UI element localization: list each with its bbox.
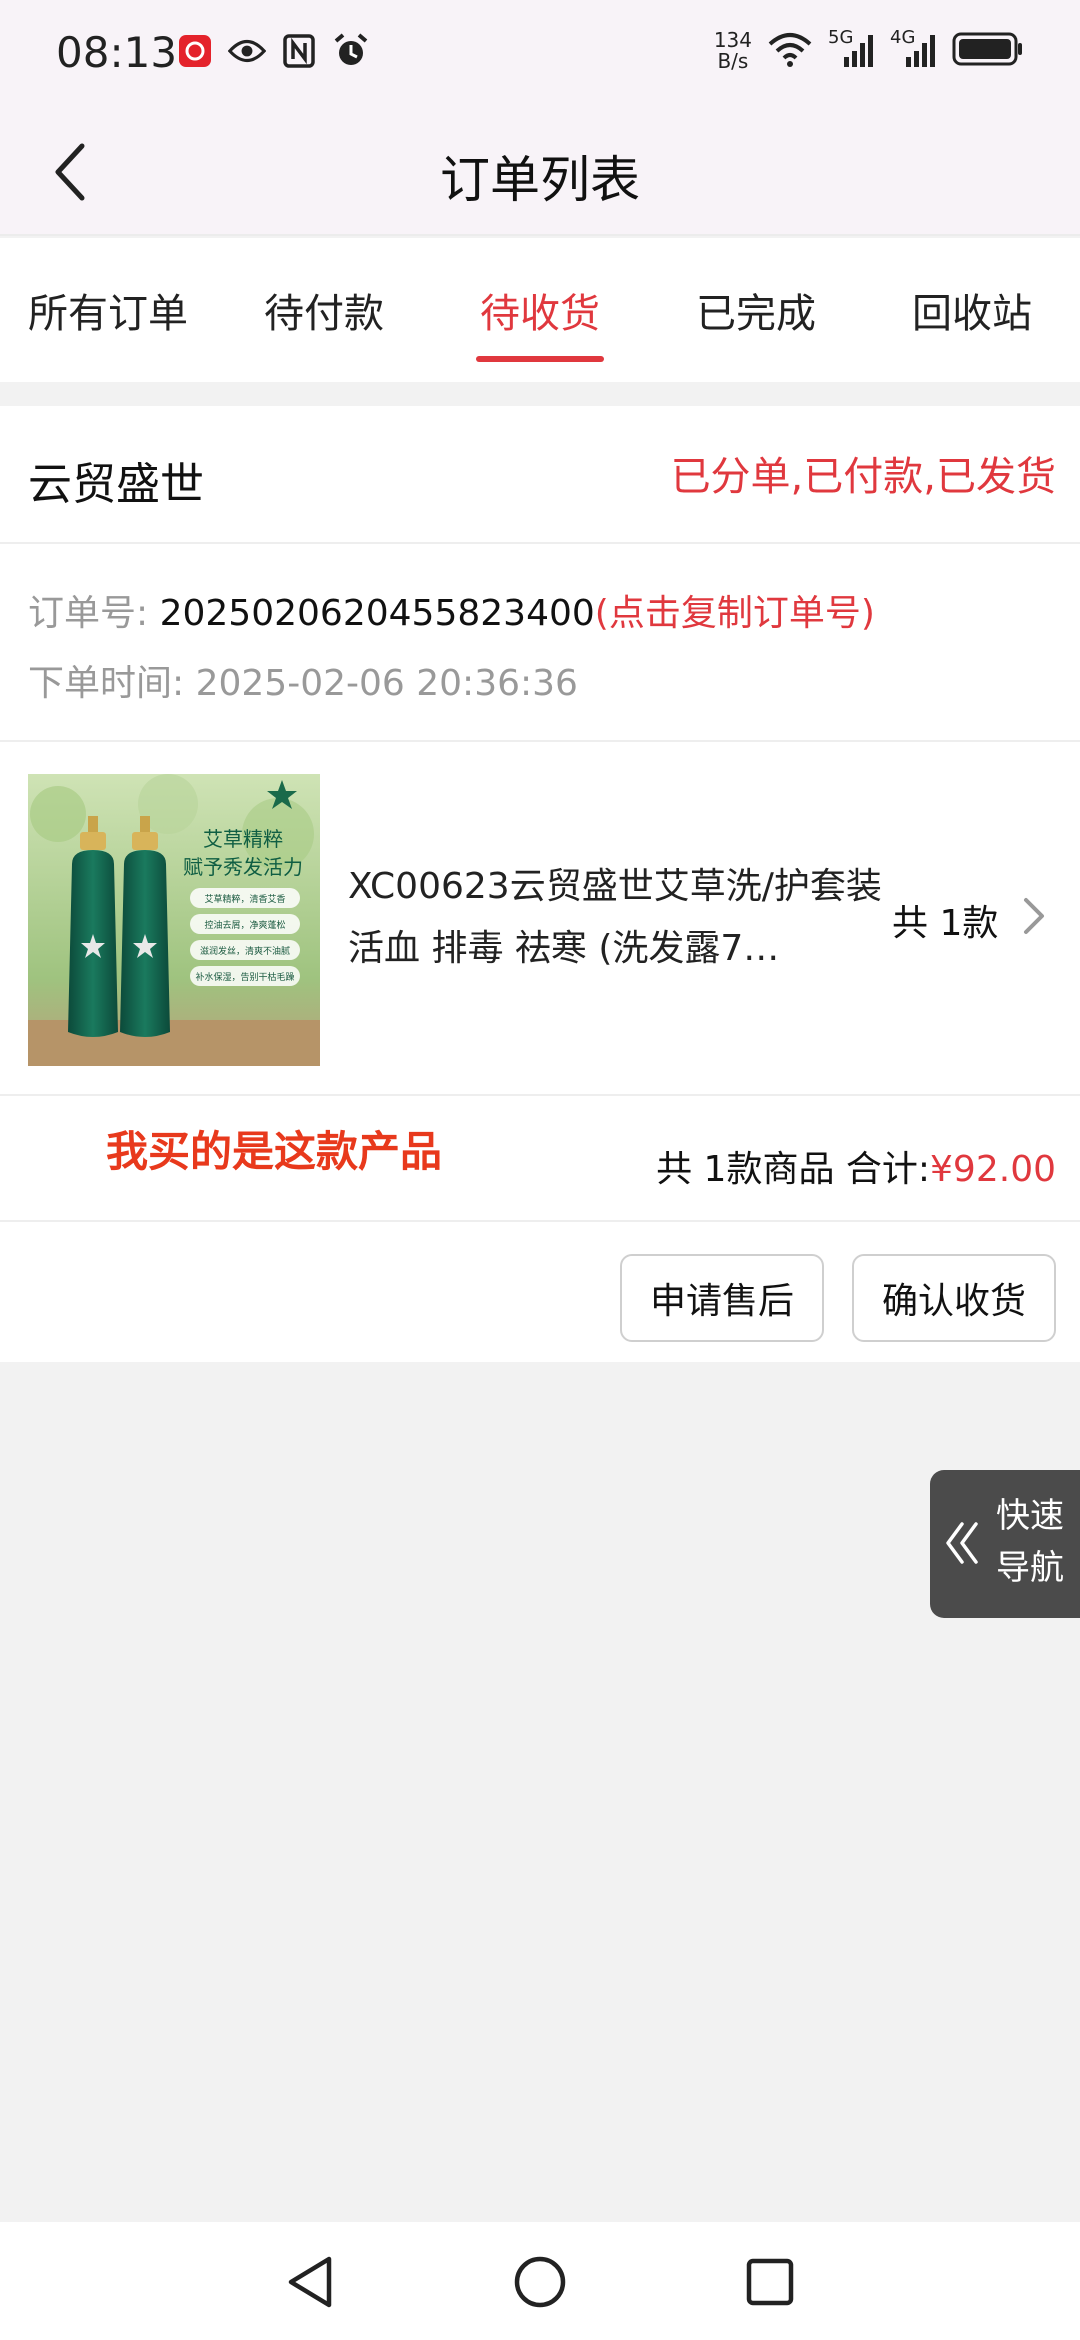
square-recents-icon [746, 2258, 794, 2306]
confirm-receipt-button[interactable]: 确认收货 [852, 1254, 1056, 1342]
order-time-line: 下单时间: 2025-02-06 20:36:36 [28, 654, 578, 706]
product-image: 艾草精粹 赋予秀发活力 艾草精粹，清香艾香 控油去屑，净爽蓬松 滋润发丝，清爽不… [28, 774, 320, 1066]
quick-nav-button[interactable]: 快速 导航 [930, 1470, 1080, 1618]
svg-text:艾草精粹: 艾草精粹 [203, 827, 283, 851]
app-badge-icon [176, 32, 214, 70]
action-row: 申请售后 确认收货 [0, 1224, 1080, 1362]
order-total: 共 1款商品 合计:¥92.00 [656, 1140, 1056, 1192]
quick-nav-label: 快速 导航 [996, 1496, 1064, 1588]
system-back-button[interactable] [280, 2252, 340, 2312]
order-number[interactable]: 20250206204558234​00 [160, 593, 595, 634]
signal-5g-icon: 5G [828, 27, 876, 71]
signal-4g-icon: 4G [890, 27, 938, 71]
page-title: 订单列表 [440, 151, 640, 209]
nfc-icon [280, 32, 318, 70]
status-icons-left [176, 32, 370, 70]
status-icons-right: 134 B/s 5G 4G [713, 27, 1024, 73]
copy-order-number-link[interactable]: (点击复制订单号) [595, 593, 875, 634]
user-annotation: 我买的是这款产品 [106, 1127, 443, 1176]
shop-name: 云贸盛世 [28, 459, 204, 510]
order-card: 云贸盛世 已分单,已付款,已发货 订单号: 20250206204558234​… [0, 406, 1080, 1362]
svg-text:控油去屑，净爽蓬松: 控油去屑，净爽蓬松 [204, 919, 285, 931]
total-row: 我买的是这款产品 共 1款商品 合计:¥92.00 [0, 1098, 1080, 1222]
total-prefix: 共 1款商品 合计: [656, 1149, 931, 1190]
title-bar: 订单列表 [0, 108, 1080, 236]
battery-icon [952, 31, 1024, 71]
order-time-label: 下单时间: [28, 663, 185, 704]
order-tabs: 所有订单 待付款 待收货 已完成 回收站 [0, 238, 1080, 382]
circle-home-icon [514, 2256, 566, 2308]
double-chevron-left-icon [946, 1522, 978, 1564]
alarm-icon [332, 32, 370, 70]
tab-all-orders[interactable]: 所有订单 [0, 238, 216, 382]
order-info: 订单号: 20250206204558234​00(点击复制订单号) 下单时间:… [0, 546, 1080, 742]
chevron-right-icon [1024, 898, 1044, 934]
network-rate: 134 B/s [713, 28, 752, 73]
svg-text:赋予秀发活力: 赋予秀发活力 [183, 855, 303, 879]
tab-recycle-bin[interactable]: 回收站 [864, 238, 1080, 382]
status-bar: 08:13 134 B/s 5G 4G [0, 0, 1080, 108]
tab-pending-payment[interactable]: 待付款 [216, 238, 432, 382]
wifi-icon [766, 30, 814, 72]
total-price: ¥92.00 [930, 1149, 1056, 1190]
eye-icon [228, 32, 266, 70]
triangle-back-icon [288, 2256, 332, 2308]
status-time: 08:13 [56, 28, 178, 77]
system-nav-bar [0, 2222, 1080, 2340]
svg-text:滋润发丝，清爽不油腻: 滋润发丝，清爽不油腻 [200, 945, 290, 957]
order-number-line: 订单号: 20250206204558234​00(点击复制订单号) [28, 584, 875, 636]
svg-text:补水保湿，告别干枯毛躁: 补水保湿，告别干枯毛躁 [195, 971, 294, 983]
tab-pending-receipt[interactable]: 待收货 [432, 238, 648, 382]
svg-text:艾草精粹，清香艾香: 艾草精粹，清香艾香 [204, 893, 285, 905]
system-home-button[interactable] [510, 2252, 570, 2312]
order-time: 2025-02-06 20:36:36 [195, 663, 578, 704]
product-row[interactable]: 艾草精粹 赋予秀发活力 艾草精粹，清香艾香 控油去屑，净爽蓬松 滋润发丝，清爽不… [0, 744, 1080, 1096]
product-title: XC00623云贸盛世艾草洗/护套装 活血 排毒 祛寒 (洗发露7… [348, 866, 882, 969]
product-count: 共 1款 [892, 903, 999, 944]
order-number-label: 订单号: [28, 593, 149, 634]
apply-after-sale-button[interactable]: 申请售后 [620, 1254, 824, 1342]
shop-row: 云贸盛世 已分单,已付款,已发货 [0, 406, 1080, 544]
tab-completed[interactable]: 已完成 [648, 238, 864, 382]
order-status: 已分单,已付款,已发货 [670, 454, 1056, 500]
system-recents-button[interactable] [740, 2252, 800, 2312]
